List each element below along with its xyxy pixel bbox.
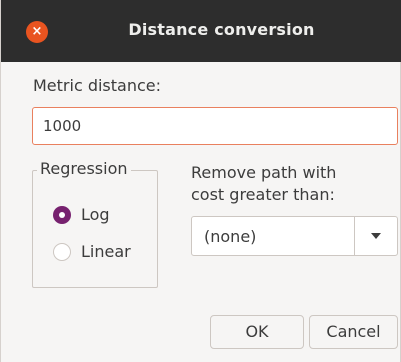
cost-threshold-dropdown[interactable]: (none) xyxy=(191,216,398,256)
radio-linear-label: Linear xyxy=(81,242,131,261)
radio-linear[interactable]: Linear xyxy=(53,242,131,261)
radio-log[interactable]: Log xyxy=(53,205,110,224)
dropdown-divider xyxy=(354,217,355,255)
chevron-down-icon[interactable] xyxy=(371,233,381,239)
cancel-button[interactable]: Cancel xyxy=(309,315,398,349)
radio-log-indicator[interactable] xyxy=(53,205,71,224)
metric-distance-input[interactable]: 1000 xyxy=(32,107,398,145)
distance-conversion-dialog: × Distance conversion Metric distance: 1… xyxy=(0,0,401,362)
regression-legend: Regression xyxy=(37,159,131,178)
ok-button[interactable]: OK xyxy=(210,315,304,349)
close-icon[interactable]: × xyxy=(26,21,48,43)
metric-distance-label: Metric distance: xyxy=(33,76,162,95)
cost-threshold-value: (none) xyxy=(204,227,257,246)
dialog-title: Distance conversion xyxy=(128,20,315,39)
radio-linear-indicator[interactable] xyxy=(53,242,71,261)
remove-path-label: Remove path with cost greater than: xyxy=(191,162,336,206)
remove-path-label-line2: cost greater than: xyxy=(191,185,335,204)
remove-path-label-line1: Remove path with xyxy=(191,163,337,182)
regression-group xyxy=(32,170,158,288)
radio-log-label: Log xyxy=(81,205,110,224)
title-bar: × Distance conversion xyxy=(1,0,401,62)
